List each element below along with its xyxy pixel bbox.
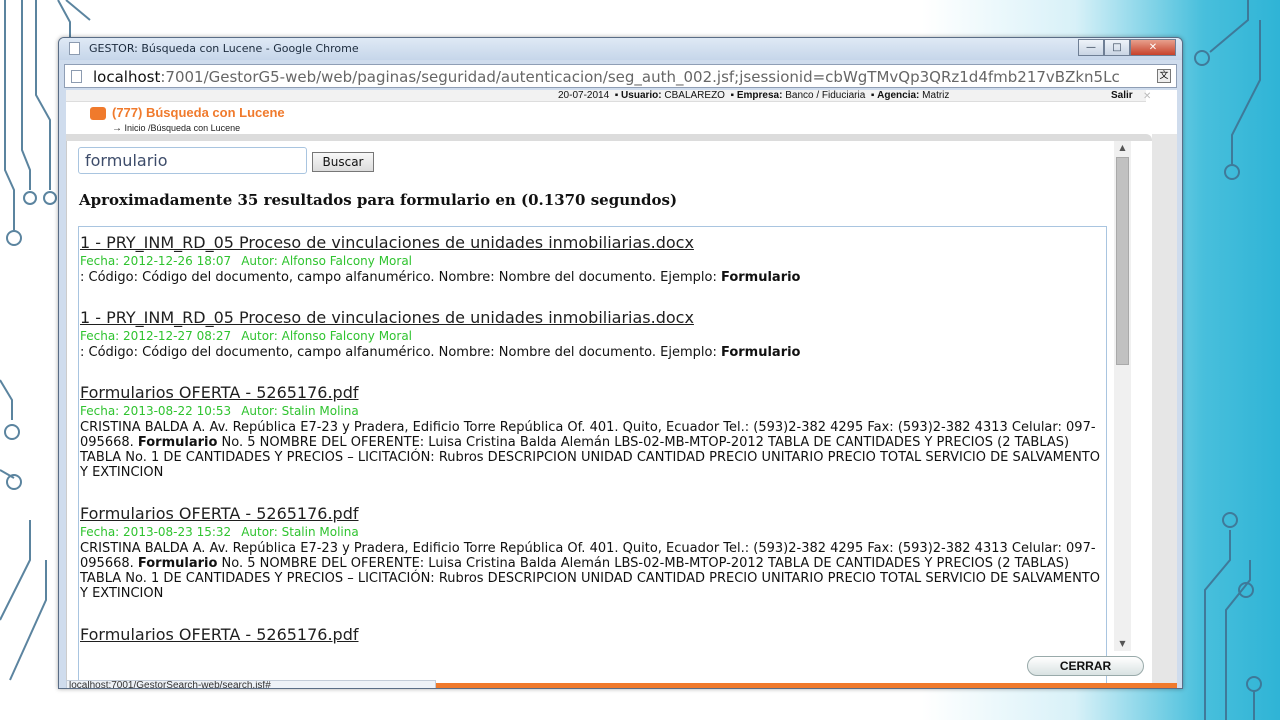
- cerrar-button[interactable]: CERRAR: [1027, 656, 1144, 676]
- result-item: Formularios OFERTA - 5265176.pdf: [80, 625, 1105, 644]
- result-author: Autor: Stalin Molina: [241, 404, 359, 418]
- result-title-link[interactable]: Formularios OFERTA - 5265176.pdf: [80, 383, 1105, 402]
- empresa-label: Empresa:: [736, 90, 783, 101]
- agencia-label: Agencia:: [877, 90, 920, 101]
- result-date: Fecha: 2012-12-26 18:07: [80, 254, 232, 268]
- page-title: (777) Búsqueda con Lucene: [112, 105, 285, 120]
- url-text[interactable]: localhost:7001/GestorG5-web/web/paginas/…: [93, 68, 1143, 86]
- result-title-link[interactable]: Formularios OFERTA - 5265176.pdf: [80, 504, 1105, 523]
- page-icon: [71, 70, 82, 83]
- results-scrollbar[interactable]: ▲ ▼: [1114, 141, 1131, 651]
- snippet-highlight: Formulario: [720, 345, 801, 360]
- translate-icon[interactable]: 文: [1157, 69, 1171, 83]
- scroll-up-icon[interactable]: ▲: [1114, 141, 1131, 155]
- result-item: 1 - PRY_INM_RD_05 Proceso de vinculacion…: [80, 233, 1105, 285]
- browser-window: GESTOR: Búsqueda con Lucene - Google Chr…: [58, 37, 1183, 689]
- result-title-link[interactable]: 1 - PRY_INM_RD_05 Proceso de vinculacion…: [80, 233, 1105, 252]
- window-controls: — □ ✕: [1078, 39, 1176, 56]
- panel-margin: [1152, 134, 1177, 688]
- result-author: Autor: Alfonso Falcony Moral: [241, 329, 413, 343]
- result-snippet: : Código: Código del documento, campo al…: [80, 270, 1105, 285]
- result-item: 1 - PRY_INM_RD_05 Proceso de vinculacion…: [80, 308, 1105, 360]
- scroll-down-icon[interactable]: ▼: [1114, 637, 1131, 651]
- url-path: :7001/GestorG5-web/web/paginas/seguridad…: [160, 68, 1120, 86]
- title-bar[interactable]: GESTOR: Búsqueda con Lucene - Google Chr…: [59, 38, 1182, 60]
- address-bar[interactable]: localhost:7001/GestorG5-web/web/paginas/…: [64, 64, 1177, 88]
- snippet-highlight: Formulario: [137, 435, 218, 450]
- snippet-text: No. 5 NOMBRE DEL OFERENTE: Luisa Cristin…: [80, 435, 1100, 480]
- snippet-text: : Código: Código del documento, campo al…: [80, 270, 721, 285]
- result-meta: Fecha: 2012-12-27 08:27 Autor: Alfonso Fa…: [80, 328, 1105, 344]
- app-icon: [90, 107, 106, 120]
- session-bar: 20-07-2014 ▪ Usuario: CBALAREZO ▪ Empres…: [66, 90, 1151, 102]
- result-author: Autor: Stalin Molina: [241, 525, 359, 539]
- breadcrumb-text[interactable]: Inicio /Búsqueda con Lucene: [125, 123, 241, 133]
- scroll-thumb[interactable]: [1116, 157, 1129, 365]
- snippet-highlight: Formulario: [720, 270, 801, 285]
- results-summary: Aproximadamente 35 resultados para formu…: [79, 191, 678, 209]
- maximize-button[interactable]: □: [1104, 39, 1130, 56]
- agencia-value: Matriz: [922, 90, 950, 101]
- result-meta: Fecha: 2013-08-22 10:53 Autor: Stalin Mol…: [80, 403, 1105, 419]
- snippet-text: : Código: Código del documento, campo al…: [80, 345, 721, 360]
- url-host: localhost: [93, 68, 161, 86]
- footer-bar: [436, 683, 1177, 688]
- result-date: Fecha: 2012-12-27 08:27: [80, 329, 232, 343]
- arrow-icon: →: [112, 123, 122, 134]
- results-list[interactable]: 1 - PRY_INM_RD_05 Proceso de vinculacion…: [78, 226, 1107, 688]
- status-url: localhost:7001/GestorSearch-web/search.j…: [66, 680, 436, 688]
- page-viewport: 20-07-2014 ▪ Usuario: CBALAREZO ▪ Empres…: [66, 90, 1177, 688]
- result-snippet: : Código: Código del documento, campo al…: [80, 345, 1105, 360]
- result-snippet: CRISTINA BALDA A. Av. República E7-23 y …: [80, 541, 1105, 601]
- result-title-link[interactable]: 1 - PRY_INM_RD_05 Proceso de vinculacion…: [80, 308, 1105, 327]
- search-panel: Buscar Aproximadamente 35 resultados par…: [66, 141, 1152, 688]
- breadcrumb: → Inicio /Búsqueda con Lucene: [112, 123, 240, 134]
- session-info: 20-07-2014 ▪ Usuario: CBALAREZO ▪ Empres…: [558, 90, 950, 101]
- result-item: Formularios OFERTA - 5265176.pdf Fecha: …: [80, 383, 1105, 480]
- search-input[interactable]: [78, 147, 307, 174]
- empresa-value: Banco / Fiduciaria: [785, 90, 866, 101]
- search-button[interactable]: Buscar: [312, 152, 374, 172]
- session-date: 20-07-2014: [558, 90, 610, 101]
- result-title-link[interactable]: Formularios OFERTA - 5265176.pdf: [80, 625, 1105, 644]
- result-author: Autor: Alfonso Falcony Moral: [241, 254, 413, 268]
- window-title: GESTOR: Búsqueda con Lucene - Google Chr…: [89, 42, 359, 55]
- usuario-value: CBALAREZO: [664, 90, 725, 101]
- snippet-text: No. 5 NOMBRE DEL OFERENTE: Luisa Cristin…: [80, 556, 1100, 601]
- result-item: Formularios OFERTA - 5265176.pdf Fecha: …: [80, 504, 1105, 601]
- result-meta: Fecha: 2012-12-26 18:07 Autor: Alfonso Fa…: [80, 253, 1105, 269]
- result-date: Fecha: 2013-08-22 10:53: [80, 404, 232, 418]
- snippet-highlight: Formulario: [137, 556, 218, 571]
- usuario-label: Usuario:: [621, 90, 662, 101]
- close-x-icon[interactable]: ✕: [1143, 91, 1151, 102]
- result-date: Fecha: 2013-08-23 15:32: [80, 525, 232, 539]
- minimize-button[interactable]: —: [1078, 39, 1104, 56]
- page-icon: [69, 42, 80, 55]
- salir-link[interactable]: Salir: [1111, 90, 1133, 101]
- close-button[interactable]: ✕: [1130, 39, 1176, 56]
- result-meta: Fecha: 2013-08-23 15:32 Autor: Stalin Mol…: [80, 524, 1105, 540]
- result-snippet: CRISTINA BALDA A. Av. República E7-23 y …: [80, 420, 1105, 480]
